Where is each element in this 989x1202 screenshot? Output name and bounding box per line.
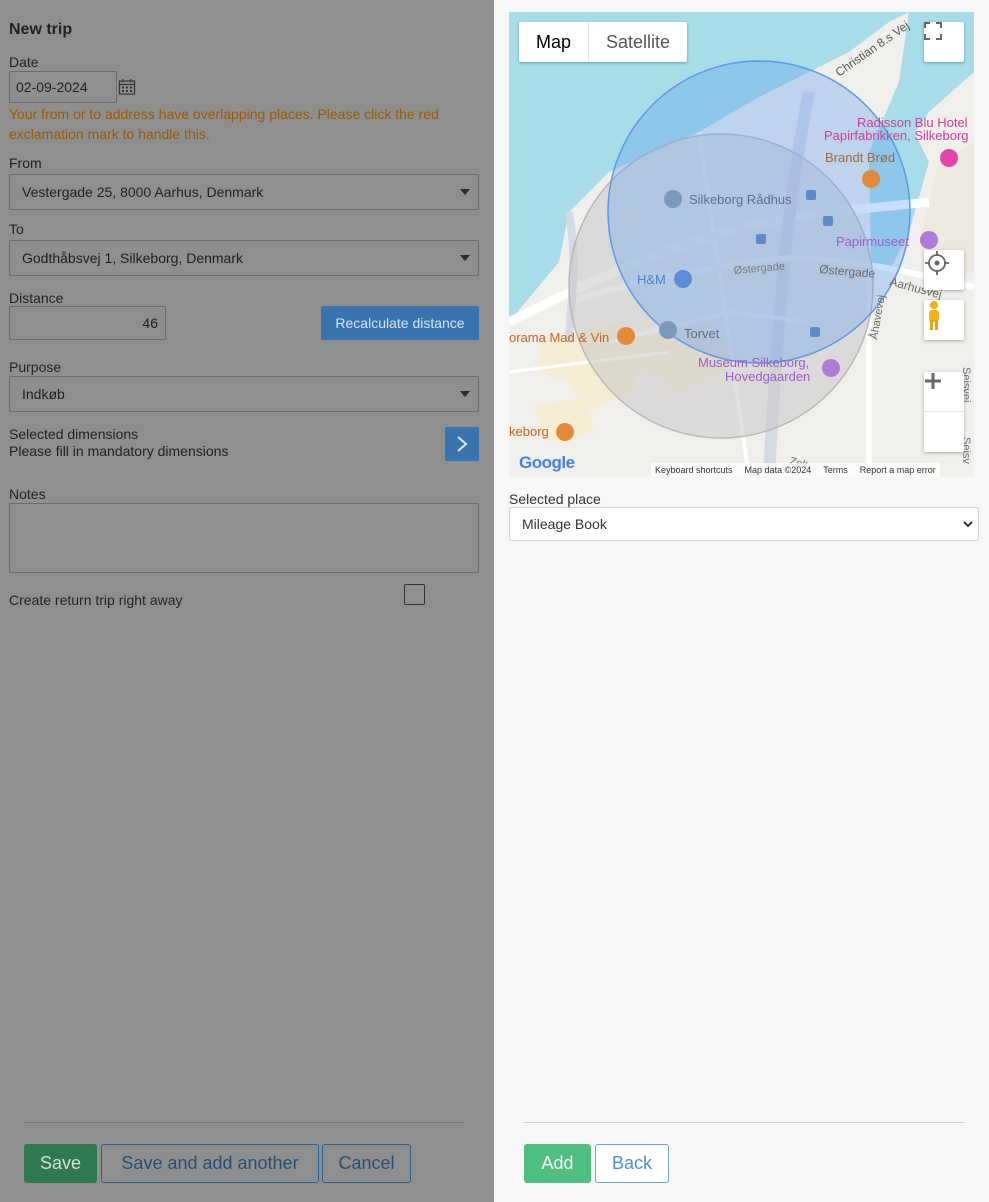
map-label-keborg: keborg <box>509 424 549 439</box>
return-trip-label: Create return trip right away <box>9 592 183 608</box>
minus-icon <box>925 379 941 383</box>
distance-value: 46 <box>142 315 158 331</box>
map[interactable]: Christian 8.s Vej Radisson Blu Hotel Pap… <box>509 12 974 477</box>
from-value: Vestergade 25, 8000 Aarhus, Denmark <box>22 184 264 200</box>
map-label-museum-2: Hovedgaarden <box>725 369 810 384</box>
recalculate-distance-button[interactable]: Recalculate distance <box>321 306 479 340</box>
map-label-hm: H&M <box>637 272 666 287</box>
zoom-out-button[interactable] <box>924 379 964 452</box>
add-button[interactable]: Add <box>524 1144 591 1183</box>
map-data-text: Map data ©2024 <box>744 465 812 475</box>
map-type-toggle: Map Satellite <box>519 22 688 62</box>
to-value: Godthåbsvej 1, Silkeborg, Denmark <box>22 250 243 266</box>
chevron-down-icon <box>460 189 470 195</box>
date-value: 02-09-2024 <box>16 79 88 95</box>
dimensions-hint: Please fill in mandatory dimensions <box>9 443 229 459</box>
keyboard-shortcuts-link[interactable]: Keyboard shortcuts <box>655 465 733 475</box>
chevron-down-icon <box>963 521 973 528</box>
map-label-radhus: Silkeborg Rådhus <box>689 192 792 207</box>
notes-label: Notes <box>9 486 46 502</box>
date-label: Date <box>9 54 39 70</box>
dimensions-open-button[interactable] <box>445 427 479 461</box>
chevron-down-icon <box>460 255 470 261</box>
pegman-icon <box>929 301 939 330</box>
to-select[interactable]: Godthåbsvej 1, Silkeborg, Denmark <box>9 240 479 276</box>
back-button[interactable]: Back <box>595 1144 669 1183</box>
trip-form-panel: New trip Date 02-09-2024 Your from or to… <box>0 0 494 1202</box>
map-attribution-bar: Keyboard shortcuts Map data ©2024 Terms … <box>651 463 940 477</box>
from-select[interactable]: Vestergade 25, 8000 Aarhus, Denmark <box>9 174 479 210</box>
google-logo-text: Google <box>519 453 575 472</box>
map-type-satellite-button[interactable]: Satellite <box>589 22 687 62</box>
cancel-button[interactable]: Cancel <box>322 1144 411 1183</box>
overlap-warning: Your from or to address have overlapping… <box>9 106 439 142</box>
from-label: From <box>9 155 42 171</box>
selected-place-label: Selected place <box>509 491 601 507</box>
my-location-button[interactable] <box>924 250 964 290</box>
form-title: New trip <box>9 21 73 38</box>
calendar-icon[interactable] <box>118 78 136 101</box>
crosshair-icon <box>925 251 949 275</box>
selected-place-value: Mileage Book <box>522 516 607 532</box>
chevron-right-icon <box>457 436 468 452</box>
map-label-papirfabrikken: Papirfabrikken, Silkeborg <box>824 128 969 143</box>
fullscreen-button[interactable] <box>924 22 964 62</box>
dimensions-label: Selected dimensions <box>9 426 139 442</box>
save-and-add-another-button[interactable]: Save and add another <box>101 1144 319 1183</box>
purpose-select[interactable]: Indkøb <box>9 376 479 412</box>
distance-input[interactable]: 46 <box>9 306 166 340</box>
street-view-button[interactable] <box>924 300 964 340</box>
google-logo: Google <box>519 453 575 473</box>
terms-link[interactable]: Terms <box>823 465 848 475</box>
map-canvas[interactable]: Christian 8.s Vej Radisson Blu Hotel Pap… <box>509 12 974 477</box>
map-label-panorama: orama Mad & Vin <box>509 330 609 345</box>
notes-textarea[interactable] <box>9 503 479 573</box>
to-label: To <box>9 221 24 237</box>
map-label-museum-1: Museum Silkeborg, <box>698 355 809 370</box>
purpose-label: Purpose <box>9 359 62 375</box>
save-button[interactable]: Save <box>24 1144 97 1183</box>
footer-divider <box>24 1122 464 1123</box>
selected-place-select[interactable]: Mileage Book <box>509 507 979 541</box>
purpose-value: Indkøb <box>22 386 65 402</box>
map-label-papirmuseet: Papirmuseet <box>836 234 909 249</box>
fullscreen-icon <box>924 22 942 40</box>
map-label-brandt: Brandt Brød <box>825 150 895 165</box>
date-input[interactable]: 02-09-2024 <box>9 71 117 103</box>
chevron-down-icon <box>460 391 470 397</box>
distance-label: Distance <box>9 290 64 306</box>
map-type-map-button[interactable]: Map <box>519 22 590 62</box>
report-map-error-link[interactable]: Report a map error <box>860 465 936 475</box>
zoom-control <box>924 372 964 452</box>
map-label-torvet: Torvet <box>684 326 720 341</box>
panel-footer-divider <box>524 1122 964 1123</box>
return-trip-checkbox[interactable] <box>404 584 425 605</box>
